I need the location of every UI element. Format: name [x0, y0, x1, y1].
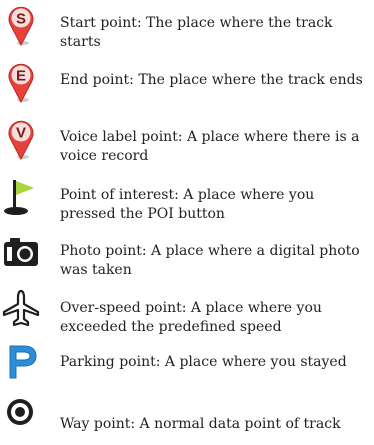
camera-photo-point-icon: [2, 228, 42, 274]
point-of-interest-flag-icon: [2, 172, 42, 218]
legend-item-text: Way point: A normal data point of track: [60, 416, 341, 432]
legend-item-over-speed-point: Over-speed point: A place where you exce…: [0, 285, 374, 335]
start-pin-letter: S: [16, 11, 26, 28]
legend-item-text: Start point: The place where the track s…: [60, 15, 333, 50]
legend-item-photo-point: Photo point: A place where a digital pho…: [0, 228, 374, 278]
voice-pin-letter: V: [16, 125, 26, 142]
start-point-icon: S: [2, 2, 42, 48]
legend-item-text: Parking point: A place where you stayed: [60, 354, 347, 370]
way-point-target-icon: [2, 392, 42, 438]
parking-p-icon: [2, 338, 42, 384]
voice-label-point-icon: V: [2, 116, 42, 162]
legend-item-way-point: Way point: A normal data point of track: [0, 392, 374, 442]
legend-item-text: End point: The place where the track end…: [60, 72, 363, 88]
legend-item-parking-point: Parking point: A place where you stayed: [0, 338, 374, 388]
airplane-over-speed-icon: [2, 285, 42, 331]
legend-item-voice-label-point: V Voice label point: A place where there…: [0, 116, 374, 166]
legend-item-point-of-interest: Point of interest: A place where you pre…: [0, 172, 374, 222]
end-pin-letter: E: [16, 68, 26, 85]
legend-item-text: Voice label point: A place where there i…: [60, 129, 360, 164]
legend-item-text: Photo point: A place where a digital pho…: [60, 243, 360, 278]
legend-item-text: Over-speed point: A place where you exce…: [60, 300, 322, 335]
legend-item-start-point: S Start point: The place where the track…: [0, 2, 374, 52]
end-point-icon: E: [2, 59, 42, 105]
legend-item-end-point: E End point: The place where the track e…: [0, 59, 374, 109]
track-point-legend: S Start point: The place where the track…: [0, 0, 374, 445]
legend-item-text: Point of interest: A place where you pre…: [60, 187, 315, 222]
